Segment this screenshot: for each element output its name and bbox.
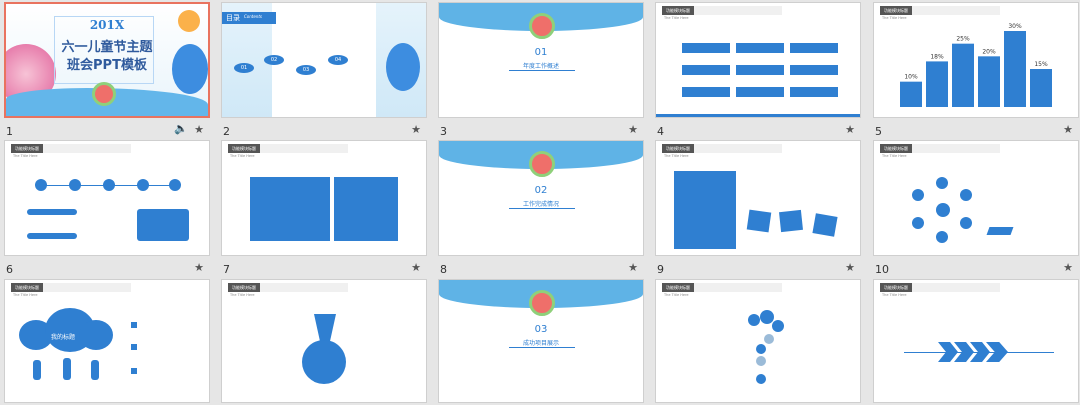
bar-label-2: 18% [930, 53, 944, 60]
slide-number: 3 [440, 125, 447, 138]
bar-3 [952, 43, 974, 107]
slide-subheader: The Title Here [882, 293, 907, 297]
bar-chart: 10% 18% 25% 20% 30% 15% [900, 23, 1052, 107]
bar-label-1: 10% [904, 74, 918, 81]
watermelon-icon [92, 82, 116, 106]
animation-star-icon[interactable]: ★ [845, 261, 855, 274]
toc-sub: Contents [244, 14, 262, 19]
image-icon [69, 179, 81, 191]
bar-1 [900, 81, 922, 107]
slide-subheader: The Title Here [230, 154, 255, 158]
bar-label-6: 15% [1034, 61, 1048, 68]
slide-subheader: The Title Here [664, 293, 689, 297]
bar-label-4: 20% [982, 48, 996, 55]
slide-header: 功能模块标题 [228, 283, 260, 292]
audio-icon[interactable]: 🔈 [174, 122, 188, 135]
slide-header: 功能模块标题 [662, 283, 694, 292]
toc-label: 目录 [226, 14, 240, 22]
slide-number: 5 [875, 125, 882, 138]
document-icon [137, 179, 149, 191]
megaphone-icon [35, 179, 47, 191]
animation-star-icon[interactable]: ★ [411, 123, 421, 136]
animation-star-icon[interactable]: ★ [194, 261, 204, 274]
slide-title-year: 201X [89, 18, 125, 32]
center-label: 我的标题 [51, 334, 76, 341]
watermelon-icon [529, 290, 555, 316]
slide-header: 功能模块标题 [662, 6, 694, 15]
slide-number: 7 [223, 263, 230, 276]
animation-star-icon[interactable]: ★ [1063, 261, 1073, 274]
slide-header: 功能模块标题 [880, 283, 912, 292]
slide-number: 6 [6, 263, 13, 276]
animation-star-icon[interactable]: ★ [628, 123, 638, 136]
slide-header: 功能模块标题 [228, 144, 260, 153]
animation-star-icon[interactable]: ★ [628, 261, 638, 274]
slide-subheader: The Title Here [664, 154, 689, 158]
slide-subheader: The Title Here [882, 154, 907, 158]
bar-4 [978, 56, 1000, 107]
bar-5 [1004, 31, 1026, 107]
slide-subheader: The Title Here [13, 293, 38, 297]
slide-number: 9 [657, 263, 664, 276]
animation-star-icon[interactable]: ★ [194, 123, 204, 136]
watermelon-icon [529, 151, 555, 177]
animation-star-icon[interactable]: ★ [1063, 123, 1073, 136]
idea-icon [169, 179, 181, 191]
person-icon [63, 358, 71, 380]
toc-item-4: 04 [328, 55, 348, 65]
bar-6 [1030, 69, 1052, 107]
toc-item-1: 01 [234, 63, 254, 73]
slide-number: 8 [440, 263, 447, 276]
bar-2 [926, 61, 948, 107]
section-title: 工作完成情况 [522, 201, 559, 208]
slide-subheader: The Title Here [13, 154, 38, 158]
slide-header: 功能模块标题 [880, 144, 912, 153]
person-icon [91, 360, 99, 380]
slide-number: 2 [223, 125, 230, 138]
toc-item-3: 03 [296, 65, 316, 75]
bar-label-3: 25% [956, 36, 970, 43]
slide-subheader: The Title Here [230, 293, 255, 297]
balloon-icon [172, 44, 208, 94]
person-icon [33, 360, 41, 380]
watermelon-icon [529, 13, 555, 39]
slide-subheader: The Title Here [664, 16, 689, 20]
section-number: 01 [534, 47, 548, 58]
slide-header: 功能模块标题 [11, 144, 43, 153]
section-title: 年度工作概述 [522, 63, 559, 70]
medal-icon [302, 340, 346, 384]
slide-header: 功能模块标题 [662, 144, 694, 153]
trophy-icon [103, 179, 115, 191]
bar-label-5: 30% [1008, 23, 1022, 30]
toc-item-2: 02 [264, 55, 284, 65]
animation-star-icon[interactable]: ★ [411, 261, 421, 274]
slide-number: 1 [6, 125, 13, 138]
animation-star-icon[interactable]: ★ [845, 123, 855, 136]
section-number: 03 [534, 324, 548, 335]
slide-number: 10 [875, 263, 889, 276]
slide-number: 4 [657, 125, 664, 138]
section-title: 成功项目展示 [522, 340, 559, 347]
section-number: 02 [534, 185, 548, 196]
slide-header: 功能模块标题 [11, 283, 43, 292]
